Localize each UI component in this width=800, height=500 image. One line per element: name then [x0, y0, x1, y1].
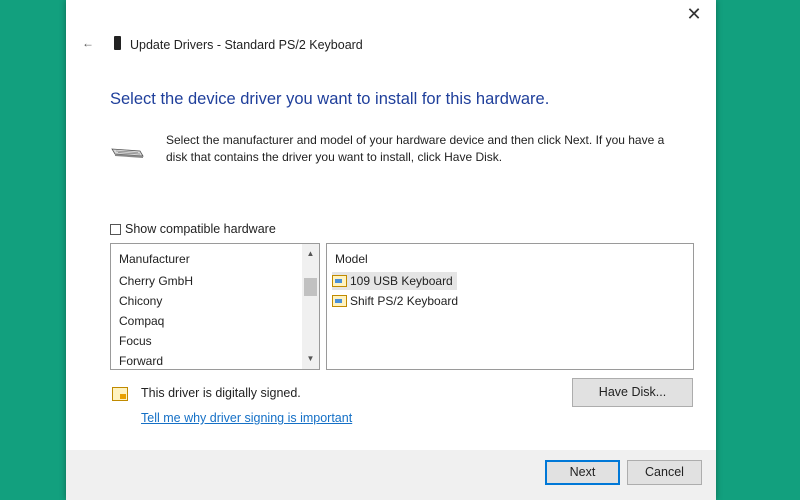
driver-icon — [332, 275, 347, 287]
model-item-109-usb-keyboard[interactable]: 109 USB Keyboard — [332, 272, 457, 290]
keyboard-icon — [111, 148, 144, 158]
model-list[interactable]: Model 109 USB Keyboard Shift PS/2 Keyboa… — [326, 243, 694, 370]
compatible-checkbox[interactable] — [110, 223, 121, 235]
list-item[interactable]: Cherry GmbH — [119, 274, 193, 288]
compatible-checkbox-label: Show compatible hardware — [125, 222, 276, 236]
page-heading: Select the device driver you want to ins… — [110, 90, 550, 108]
list-item[interactable]: Compaq — [119, 314, 164, 328]
model-item-label: Shift PS/2 Keyboard — [350, 294, 459, 308]
close-button[interactable]: ✕ — [682, 4, 706, 24]
instruction-text: Select the manufacturer and model of you… — [166, 133, 665, 164]
list-item[interactable]: Chicony — [119, 294, 162, 308]
model-item-shift-ps2-keyboard[interactable]: Shift PS/2 Keyboard — [332, 292, 462, 310]
cancel-button[interactable]: Cancel — [627, 460, 702, 485]
back-button[interactable]: ← — [82, 36, 94, 50]
list-item[interactable]: Focus — [119, 334, 152, 348]
list-item[interactable]: Forward — [119, 354, 163, 368]
scroll-up-icon[interactable]: ▲ — [302, 247, 319, 261]
manufacturer-header: Manufacturer — [119, 252, 190, 266]
window-title: Update Drivers - Standard PS/2 Keyboard — [130, 38, 363, 52]
close-icon: ✕ — [686, 4, 702, 24]
driver-signing-link[interactable]: Tell me why driver signing is important — [141, 411, 352, 425]
back-arrow-icon: ← — [82, 36, 94, 50]
have-disk-button[interactable]: Have Disk... — [572, 378, 693, 407]
scroll-thumb[interactable] — [304, 278, 317, 296]
next-button[interactable]: Next — [545, 460, 620, 485]
scroll-down-icon[interactable]: ▼ — [302, 352, 319, 366]
device-icon — [114, 36, 121, 50]
model-item-label: 109 USB Keyboard — [350, 274, 453, 288]
signing-status: This driver is digitally signed. — [141, 386, 301, 400]
update-drivers-window: ✕ ← Update Drivers - Standard PS/2 Keybo… — [66, 0, 716, 500]
driver-icon — [332, 295, 347, 307]
manufacturer-list[interactable]: Manufacturer Cherry GmbH Chicony Compaq … — [110, 243, 320, 370]
manufacturer-scrollbar[interactable]: ▲ ▼ — [302, 244, 319, 369]
show-compatible-hardware[interactable]: Show compatible hardware — [110, 222, 276, 236]
model-header: Model — [335, 252, 368, 266]
signed-driver-icon — [112, 387, 128, 401]
